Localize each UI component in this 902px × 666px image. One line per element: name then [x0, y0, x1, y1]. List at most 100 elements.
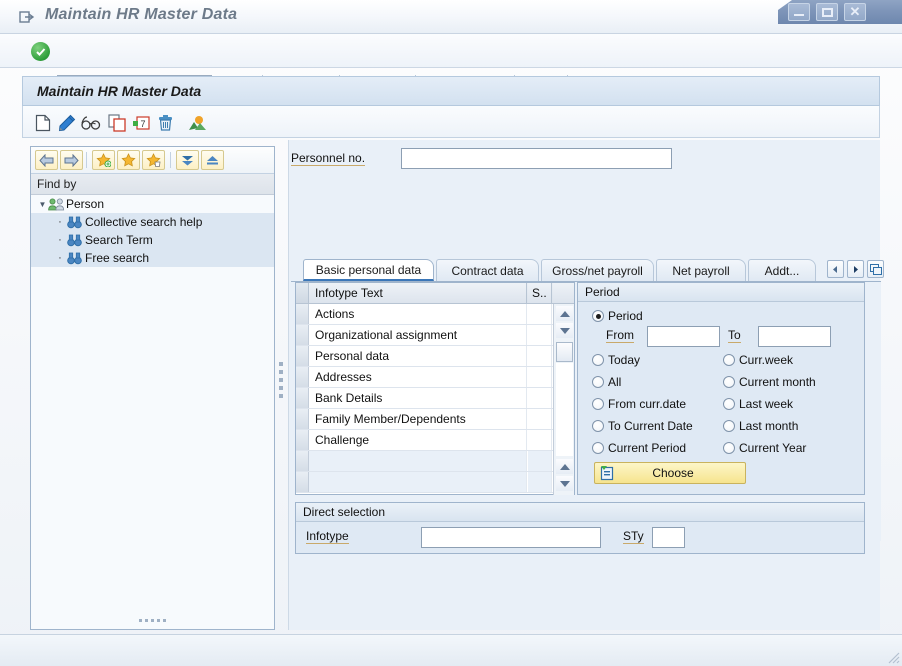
delete-favorite-button[interactable]: [142, 150, 165, 170]
copy-button[interactable]: [107, 113, 127, 133]
table-row[interactable]: Family Member/Dependents: [296, 409, 574, 430]
status-bar: SAP PA30 S4Hana3 INS: [0, 634, 902, 666]
row-selector[interactable]: [296, 346, 309, 366]
period-to-input[interactable]: [758, 326, 831, 347]
row-selector[interactable]: [296, 304, 309, 324]
sidebar-item-free-search[interactable]: · Free search: [31, 249, 274, 267]
tab-net-payroll[interactable]: Net payroll: [656, 259, 746, 281]
radio-indicator[interactable]: [592, 310, 604, 322]
radio-to-current-date[interactable]: To Current Date: [592, 419, 693, 433]
radio-today[interactable]: Today: [592, 353, 640, 367]
vertical-splitter[interactable]: [277, 340, 285, 420]
enter-ok-button[interactable]: [31, 42, 50, 61]
radio-from-curr-date[interactable]: From curr.date: [592, 397, 686, 411]
radio-current-period[interactable]: Current Period: [592, 441, 686, 455]
scroll-down-button[interactable]: [556, 323, 573, 338]
table-row[interactable]: Actions: [296, 304, 574, 325]
choose-button[interactable]: Choose: [594, 462, 746, 484]
personnel-no-input[interactable]: [401, 148, 672, 169]
row-selector[interactable]: [296, 325, 309, 345]
favorites-button[interactable]: [117, 150, 140, 170]
change-button[interactable]: [57, 113, 77, 133]
tab-label: Net payroll: [672, 264, 729, 278]
column-header-infotype-text[interactable]: Infotype Text: [309, 283, 527, 303]
create-button[interactable]: [33, 113, 53, 133]
tree-node-person[interactable]: ▼ Person: [31, 195, 274, 213]
column-header-s[interactable]: S..: [528, 283, 552, 303]
direct-selection-group: Direct selection Infotype STy: [295, 502, 865, 554]
radio-indicator[interactable]: [723, 398, 735, 410]
tab-gross-net-payroll[interactable]: Gross/net payroll: [541, 259, 654, 281]
radio-indicator[interactable]: [723, 376, 735, 388]
delimit-button[interactable]: 7: [131, 113, 151, 133]
infotype-input[interactable]: [421, 527, 601, 548]
overview-button[interactable]: [188, 113, 208, 133]
radio-last-month[interactable]: Last month: [723, 419, 798, 433]
row-selector[interactable]: [296, 430, 309, 450]
radio-current-year[interactable]: Current Year: [723, 441, 806, 455]
period-from-input[interactable]: [647, 326, 720, 347]
radio-indicator[interactable]: [723, 442, 735, 454]
radio-indicator[interactable]: [592, 442, 604, 454]
page-up-button[interactable]: [556, 459, 573, 474]
application-toolbar: 7: [22, 106, 880, 138]
row-selector[interactable]: [296, 472, 309, 492]
enter-arrow-icon: [18, 8, 36, 26]
radio-indicator[interactable]: [592, 420, 604, 432]
tab-scroll-left-button[interactable]: [827, 260, 844, 278]
sty-input[interactable]: [652, 527, 685, 548]
add-to-favorites-button[interactable]: [92, 150, 115, 170]
maximize-button[interactable]: [816, 3, 838, 21]
radio-indicator[interactable]: [592, 354, 604, 366]
tab-additional-data[interactable]: Addt...: [748, 259, 816, 281]
radio-indicator[interactable]: [723, 420, 735, 432]
sidebar-item-label: Free search: [85, 251, 149, 265]
tab-scroll-right-button[interactable]: [847, 260, 864, 278]
display-button[interactable]: [81, 113, 101, 133]
sidebar-item-search-term[interactable]: · Search Term: [31, 231, 274, 249]
tab-basic-personal-data[interactable]: Basic personal data: [303, 259, 434, 281]
infotype-table: Infotype Text S.. Actions Organizational…: [295, 282, 575, 495]
close-button[interactable]: ✕: [844, 3, 866, 21]
table-row[interactable]: [296, 472, 574, 493]
table-row[interactable]: Personal data: [296, 346, 574, 367]
radio-indicator[interactable]: [592, 398, 604, 410]
row-selector[interactable]: [296, 367, 309, 387]
minimize-button[interactable]: [788, 3, 810, 21]
page-down-button[interactable]: [556, 476, 573, 491]
select-all-corner[interactable]: [296, 283, 309, 303]
radio-last-week[interactable]: Last week: [723, 397, 793, 411]
delete-button[interactable]: [155, 113, 175, 133]
find-by-label: Find by: [37, 177, 76, 191]
table-row[interactable]: Addresses: [296, 367, 574, 388]
table-row[interactable]: [296, 451, 574, 472]
table-row[interactable]: Bank Details: [296, 388, 574, 409]
radio-indicator[interactable]: [723, 354, 735, 366]
radio-current-month[interactable]: Current month: [723, 375, 816, 389]
radio-period[interactable]: Period: [592, 309, 643, 323]
row-selector[interactable]: [296, 388, 309, 408]
radio-all[interactable]: All: [592, 375, 621, 389]
row-selector[interactable]: [296, 451, 309, 471]
scrollbar-thumb[interactable]: [556, 342, 573, 362]
forward-nav-button[interactable]: [60, 150, 83, 170]
radio-indicator[interactable]: [592, 376, 604, 388]
bullet-icon: ·: [53, 234, 67, 246]
tab-contract-data[interactable]: Contract data: [436, 259, 539, 281]
expand-all-button[interactable]: [176, 150, 199, 170]
tab-list-button[interactable]: [867, 260, 884, 278]
back-nav-button[interactable]: [35, 150, 58, 170]
table-row[interactable]: Organizational assignment: [296, 325, 574, 346]
sidebar-horizontal-splitter[interactable]: [32, 616, 273, 624]
radio-label: All: [608, 375, 621, 389]
scrollbar-track[interactable]: [556, 363, 573, 456]
table-scrollbar[interactable]: [553, 304, 574, 495]
radio-curr-week[interactable]: Curr.week: [723, 353, 793, 367]
chevron-down-icon[interactable]: ▼: [37, 200, 48, 209]
table-row[interactable]: Challenge: [296, 430, 574, 451]
collapse-all-button[interactable]: [201, 150, 224, 170]
resize-grip[interactable]: [886, 650, 900, 664]
sidebar-item-collective-search-help[interactable]: · Collective search help: [31, 213, 274, 231]
scroll-up-button[interactable]: [556, 306, 573, 321]
row-selector[interactable]: [296, 409, 309, 429]
